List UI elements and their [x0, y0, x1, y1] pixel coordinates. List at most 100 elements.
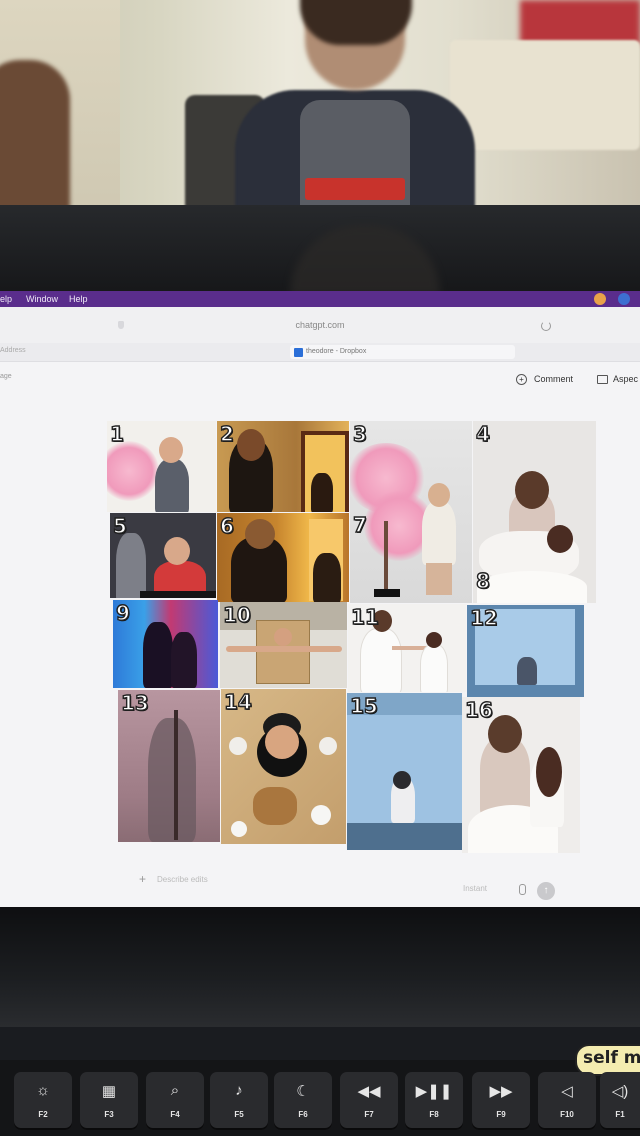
girl-legs — [426, 563, 452, 595]
baseball-glove — [253, 787, 297, 825]
photo-tile-2[interactable]: 2 — [217, 421, 349, 512]
message-composer[interactable]: + Describe edits Instant ↑ — [125, 868, 565, 900]
photo-tile-13[interactable]: 13 — [118, 690, 220, 842]
shadow-figure — [148, 718, 196, 842]
key-label: F1 — [615, 1110, 625, 1119]
photo-tile-6[interactable]: 6 — [217, 513, 349, 602]
key-f10[interactable]: ◁ F10 — [538, 1072, 596, 1130]
floor — [347, 823, 462, 850]
tile-number: 7 — [352, 512, 367, 537]
tile-number: 6 — [219, 513, 234, 538]
play-pause-icon: ▶❚❚ — [415, 1083, 453, 1100]
photo-tile-12[interactable]: 12 — [467, 605, 584, 697]
add-attachment-icon[interactable]: + — [139, 872, 146, 886]
tile-number: 1 — [109, 421, 124, 446]
key-f2[interactable]: ☼ F2 — [14, 1072, 72, 1130]
microphone-icon[interactable] — [519, 884, 526, 895]
girl-white-dress — [420, 644, 448, 692]
photo-tile-15[interactable]: 15 — [347, 693, 462, 850]
key-f4[interactable]: ⌕ F4 — [146, 1072, 204, 1130]
key-label: F2 — [38, 1110, 48, 1119]
sticker-text: self m — [583, 1048, 640, 1068]
blossom-tree — [107, 441, 159, 501]
do-not-disturb-icon: ☾ — [296, 1083, 310, 1100]
photo-tile-10[interactable]: 10 — [220, 602, 347, 688]
woman-hair — [515, 471, 549, 509]
adult-figure — [116, 533, 146, 598]
girl-head — [237, 429, 265, 461]
child-head — [547, 525, 573, 553]
boy-figure — [155, 459, 189, 512]
girl-head — [428, 483, 450, 507]
tile-number: 8 — [475, 568, 490, 593]
tile-number: 16 — [464, 697, 493, 722]
tile-number: 2 — [219, 421, 234, 446]
tile-number: 12 — [469, 605, 498, 630]
laptop-lower-bezel — [0, 907, 640, 1027]
key-label: F4 — [170, 1110, 180, 1119]
tile-number: 3 — [352, 421, 367, 446]
tile-number: 11 — [350, 604, 379, 629]
boy-head — [159, 437, 183, 463]
key-label: F3 — [104, 1110, 114, 1119]
photo-tile-16[interactable]: 16 — [462, 697, 580, 853]
girl-hair — [488, 715, 522, 753]
key-label: F8 — [429, 1110, 439, 1119]
dress-skirt — [477, 571, 587, 603]
key-f9[interactable]: ▶▶ F9 — [472, 1072, 530, 1130]
boy-head — [164, 537, 190, 565]
tile-number: 4 — [475, 421, 490, 446]
key-f7[interactable]: ◀◀ F7 — [340, 1072, 398, 1130]
brightness-up-icon: ☼ — [36, 1082, 50, 1099]
keyboard-instrument — [140, 591, 216, 598]
child-long-hair — [536, 747, 562, 797]
child-face — [274, 628, 292, 646]
boy-face — [265, 725, 299, 759]
key-f3[interactable]: ▦ F3 — [80, 1072, 138, 1130]
baseball — [311, 805, 331, 825]
tile-number: 13 — [120, 690, 149, 715]
glove-left — [229, 737, 247, 755]
coat-rack — [174, 710, 178, 840]
photo-tile-14[interactable]: 14 — [221, 689, 346, 844]
mission-control-icon: ▦ — [101, 1083, 117, 1100]
search-icon: ⌕ — [170, 1082, 180, 1099]
child-head — [393, 771, 411, 789]
doorway-silhouette — [311, 473, 333, 512]
child-figure — [517, 657, 537, 685]
tile-number: 14 — [223, 689, 252, 714]
child-silhouette-right — [171, 632, 197, 688]
tile-number: 15 — [349, 693, 378, 718]
rewind-icon: ◀◀ — [357, 1083, 381, 1100]
key-f5[interactable]: ♪ F5 — [210, 1072, 268, 1130]
composer-placeholder[interactable]: Describe edits — [157, 875, 208, 884]
key-f8[interactable]: ▶❚❚ F8 — [405, 1072, 463, 1130]
child-silhouette-left — [143, 622, 173, 688]
tile-number: 9 — [115, 600, 130, 625]
key-f11-partial[interactable]: ◁) F1 — [600, 1072, 640, 1130]
glove-right — [319, 737, 337, 755]
tree-base — [374, 589, 400, 597]
tile-number: 10 — [222, 602, 251, 627]
dictation-icon: ♪ — [235, 1082, 243, 1099]
photo-tile-5[interactable]: 5 — [110, 513, 216, 598]
key-label: F6 — [298, 1110, 308, 1119]
key-f6[interactable]: ☾ F6 — [274, 1072, 332, 1130]
tile-number: 5 — [112, 513, 127, 538]
mute-icon: ◁ — [561, 1083, 573, 1100]
girl-head — [245, 519, 275, 549]
woman-white-dress — [360, 628, 402, 692]
girl-head — [426, 632, 442, 648]
outstretched-arms — [226, 646, 342, 652]
key-label: F9 — [496, 1110, 506, 1119]
volume-icon: ◁) — [611, 1083, 629, 1100]
doorway-silhouette — [313, 553, 341, 602]
photo-tile-4-8[interactable]: 4 8 — [473, 421, 596, 603]
send-button[interactable]: ↑ — [537, 882, 555, 900]
photo-tile-11[interactable]: 11 — [348, 604, 466, 692]
photo-tile-3-7[interactable]: 3 7 — [350, 421, 472, 603]
model-selector[interactable]: Instant — [463, 884, 487, 893]
photo-tile-9[interactable]: 9 — [113, 600, 218, 688]
photo-tile-1[interactable]: 1 — [107, 421, 216, 512]
fast-forward-icon: ▶▶ — [489, 1083, 513, 1100]
